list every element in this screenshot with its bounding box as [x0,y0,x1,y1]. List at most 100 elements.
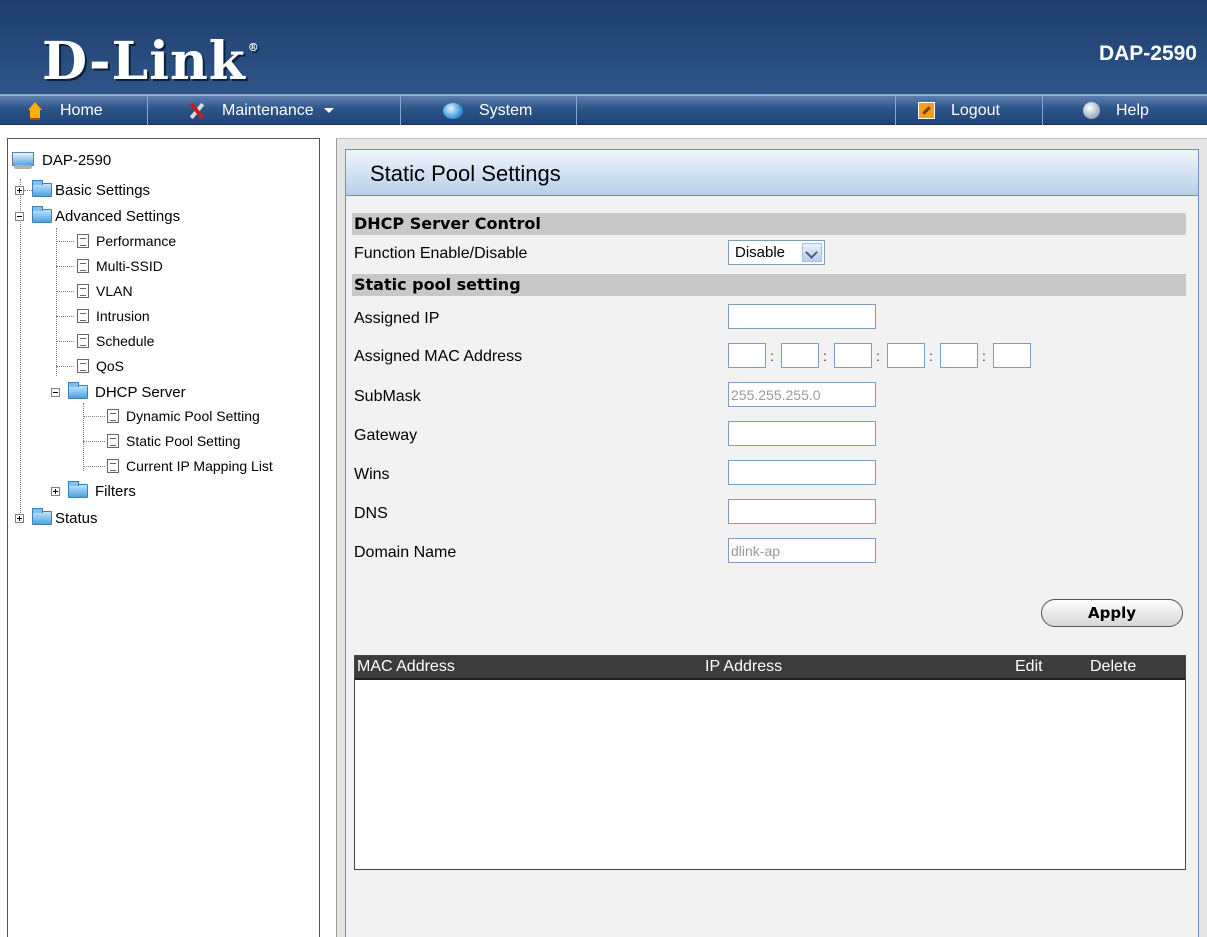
tree-root-dap[interactable]: DAP-2590 [12,149,111,171]
folder-open-icon [32,206,52,223]
header-banner: D-Link ® DAP-2590 [0,0,1207,95]
wins-input[interactable] [728,460,876,485]
wins-label: Wins [354,466,390,483]
tree-item-ip-mapping[interactable]: Current IP Mapping List [83,455,273,477]
domain-name-label: Domain Name [354,544,457,561]
tree-status[interactable]: Status [15,507,98,529]
menu-system[interactable]: System [401,96,577,125]
menu-system-label: System [479,101,533,119]
sidebar-tree: DAP-2590 Basic Settings Advanced Setting… [7,138,320,937]
panel-header: Static Pool Settings [346,150,1198,196]
tree-item-qos[interactable]: QoS [56,355,124,377]
expand-plus-icon[interactable] [51,486,60,496]
mac-octet-6[interactable] [993,343,1031,368]
page-icon [107,409,119,423]
tree-item-schedule[interactable]: Schedule [56,330,154,352]
menu-help[interactable]: Help [1043,96,1207,125]
tree-item-static-pool[interactable]: Static Pool Setting [83,430,240,452]
mac-octet-2[interactable] [781,343,819,368]
gateway-input[interactable] [728,421,876,446]
tree-item-vlan[interactable]: VLAN [56,280,133,302]
function-select-value: Disable [735,244,786,261]
page-icon [77,309,89,323]
tree-filters-label: Filters [95,482,136,500]
tree-item-performance[interactable]: Performance [56,230,176,252]
mac-octet-5[interactable] [940,343,978,368]
assigned-ip-input[interactable] [728,304,876,329]
folder-icon [68,481,88,498]
tree-item-label: QoS [96,358,125,374]
tree-dhcp-server[interactable]: DHCP Server [51,381,186,403]
tree-item-label: Intrusion [96,308,150,324]
menu-logout-label: Logout [951,101,1000,119]
page-icon [77,259,89,273]
mac-separator: : [929,348,933,364]
home-icon [26,101,44,120]
apply-button[interactable]: Apply [1041,599,1183,627]
folder-open-icon [68,382,88,399]
registered-mark: ® [247,41,260,54]
dlink-logo: D-Link ® [42,34,260,90]
menu-logout[interactable]: Logout [895,96,1043,125]
assigned-mac-label: Assigned MAC Address [354,348,523,365]
page-title: Static Pool Settings [370,161,561,186]
mac-octet-4[interactable] [887,343,925,368]
mac-separator: : [876,348,880,364]
expand-plus-icon[interactable] [15,513,24,523]
domain-name-input[interactable] [728,538,876,563]
tree-filters[interactable]: Filters [51,480,136,502]
collapse-minus-icon[interactable] [51,387,60,397]
menu-bar: Home Maintenance System Logout Help [0,95,1207,125]
menu-help-label: Help [1116,101,1149,119]
system-icon [443,102,463,119]
expand-plus-icon[interactable] [15,185,24,195]
tree-line [20,179,21,519]
main-content: Static Pool Settings DHCP Server Control… [336,138,1207,937]
mac-separator: : [823,348,827,364]
tree-item-label: Multi-SSID [96,258,163,274]
collapse-minus-icon[interactable] [15,211,24,221]
column-mac-address: MAC Address [357,658,455,675]
tree-basic-settings[interactable]: Basic Settings [15,179,150,201]
mac-separator: : [982,348,986,364]
menu-maintenance-label: Maintenance [222,101,314,119]
mac-separator: : [770,348,774,364]
tree-advanced-settings[interactable]: Advanced Settings [15,205,180,227]
page-icon [107,434,119,448]
help-icon [1083,102,1100,119]
dns-input[interactable] [728,499,876,524]
column-edit: Edit [1015,658,1043,675]
brand-text: D-Link [42,31,246,92]
menu-home[interactable]: Home [0,96,148,125]
tree-item-label: Static Pool Setting [126,433,241,449]
menu-maintenance[interactable]: Maintenance [148,96,401,125]
tree-item-label: VLAN [96,283,133,299]
tree-item-label: Current IP Mapping List [126,458,273,474]
chevron-down-icon [323,108,334,113]
page-icon [107,459,119,473]
static-pool-table: MAC Address IP Address Edit Delete [354,655,1186,870]
assigned-ip-label: Assigned IP [354,310,440,327]
folder-icon [32,180,52,197]
access-point-icon [12,150,38,170]
function-label: Function Enable/Disable [354,245,528,262]
column-delete: Delete [1090,658,1137,675]
tree-item-intrusion[interactable]: Intrusion [56,305,150,327]
tools-icon [188,102,206,120]
function-select[interactable]: Disable [728,240,825,265]
chevron-down-icon[interactable] [802,243,822,262]
submask-label: SubMask [354,388,421,405]
page-icon [77,359,89,373]
submask-input[interactable] [728,382,876,407]
mac-octet-1[interactable] [728,343,766,368]
table-body [355,678,1185,869]
gateway-label: Gateway [354,427,418,444]
tree-dhcp-server-label: DHCP Server [95,383,186,401]
dns-label: DNS [354,505,388,522]
mac-octet-3[interactable] [834,343,872,368]
page-icon [77,234,89,248]
tree-item-dynamic-pool[interactable]: Dynamic Pool Setting [83,405,260,427]
logout-icon [918,102,935,119]
tree-item-multi-ssid[interactable]: Multi-SSID [56,255,163,277]
model-name: DAP-2590 [1098,42,1197,65]
